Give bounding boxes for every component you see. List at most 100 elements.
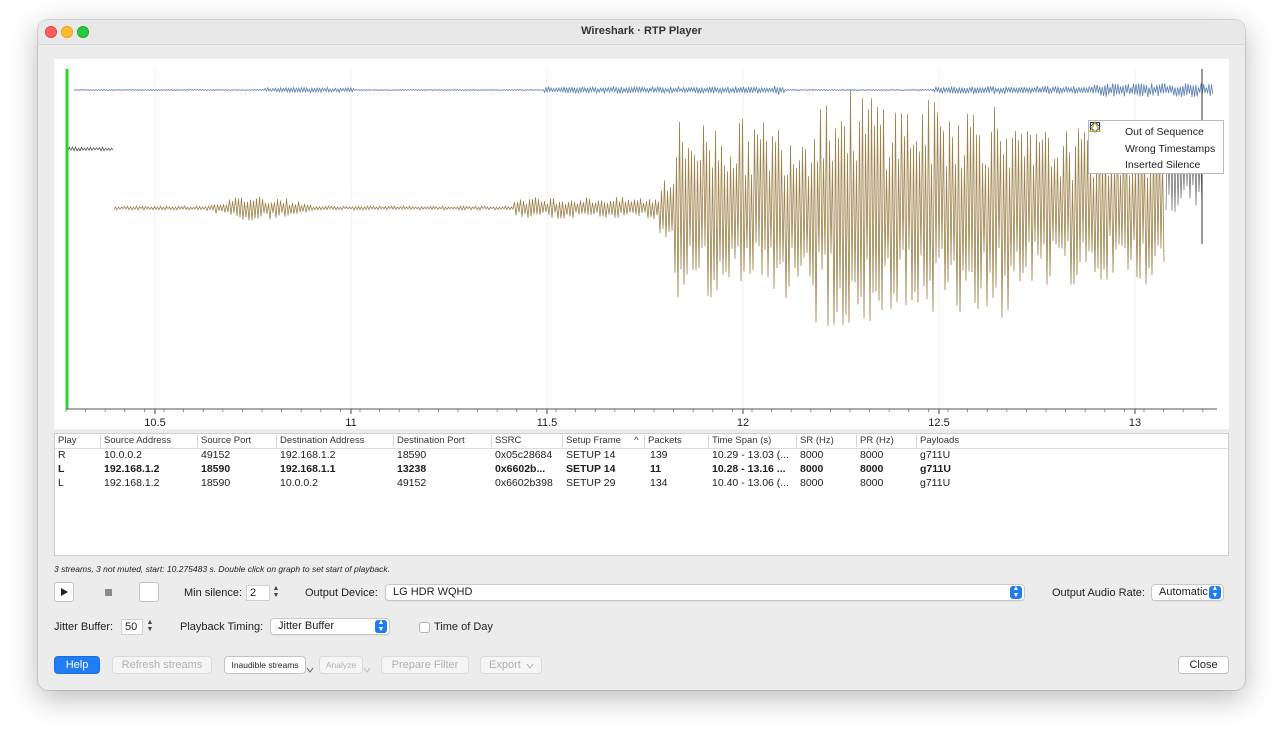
x-axis-tick-label: 11	[345, 417, 356, 429]
table-cell-dst-addr: 10.0.0.2	[280, 477, 318, 489]
column-header[interactable]: Play	[58, 435, 76, 447]
export-button[interactable]: Export	[480, 656, 542, 674]
min-silence-input[interactable]: 2	[246, 585, 270, 601]
chevron-updown-icon: ▲ ▼	[375, 619, 387, 633]
export-label: Export	[489, 659, 521, 671]
waveform-stream-r	[73, 83, 1214, 98]
output-rate-select[interactable]: Automatic ▲ ▼	[1151, 584, 1224, 601]
table-cell-dst-addr: 192.168.1.2	[280, 449, 336, 461]
table-cell-ssrc: 0x6602b...	[495, 463, 546, 475]
legend-item-wrong-timestamps: Wrong Timestamps	[1089, 121, 1223, 158]
streams-table[interactable]: Play Source Address Source Port Destinat…	[54, 433, 1229, 556]
column-header[interactable]: SSRC	[491, 435, 521, 447]
column-header[interactable]: Source Address	[100, 435, 171, 447]
playback-timing-select[interactable]: Jitter Buffer ▲ ▼	[270, 618, 390, 635]
table-cell-src-port: 49152	[201, 449, 231, 461]
table-cell-ssrc: 0x05c28684	[495, 449, 553, 461]
triangle-icon	[1089, 121, 1117, 171]
column-header[interactable]: Destination Address	[276, 435, 365, 447]
square-icon	[1090, 122, 1117, 138]
column-header[interactable]: Time Span (s)	[708, 435, 771, 447]
table-cell-pr: 8000	[860, 449, 884, 461]
column-header[interactable]: Setup Frame	[562, 435, 621, 447]
sort-indicator-icon: ^	[634, 435, 639, 446]
min-silence-label: Min silence:	[184, 587, 243, 599]
waveform-svg[interactable]: 10.5 11 11.5 12 12.5 13	[54, 59, 1229, 429]
inaudible-mute-button[interactable]	[139, 582, 159, 602]
play-button[interactable]	[54, 582, 74, 602]
table-cell-dst-port: 18590	[397, 449, 427, 461]
table-cell-src-addr: 10.0.0.2	[104, 449, 142, 461]
table-cell-setup: SETUP 14	[566, 463, 616, 475]
table-cell-sr: 8000	[800, 463, 824, 475]
column-header[interactable]: PR (Hz)	[856, 435, 894, 447]
chevron-updown-icon: ▲ ▼	[1209, 585, 1221, 599]
analyze-button[interactable]: Analyze	[319, 656, 363, 674]
close-button[interactable]: Close	[1178, 656, 1229, 674]
table-cell-play: L	[58, 477, 64, 489]
table-cell-packets: 134	[650, 477, 668, 489]
table-cell-dst-port: 49152	[397, 477, 427, 489]
table-cell-src-addr: 192.168.1.2	[104, 463, 160, 475]
waveform-graph[interactable]: 10.5 11 11.5 12 12.5 13 Out of Sequence Wrong…	[54, 59, 1229, 429]
table-cell-payload: g711U	[920, 449, 951, 461]
table-cell-src-port: 18590	[201, 477, 231, 489]
output-device-value: LG HDR WQHD	[393, 586, 473, 598]
waveform-stream-l1	[67, 146, 114, 152]
table-cell-pr: 8000	[860, 477, 884, 489]
x-axis-tick-label: 12	[737, 417, 749, 429]
output-device-select[interactable]: LG HDR WQHD ▲ ▼	[385, 584, 1025, 601]
prepare-filter-button[interactable]: Prepare Filter	[381, 656, 469, 674]
table-cell-span: 10.28 - 13.16 ...	[712, 463, 786, 475]
window-title: Wireshark · RTP Player	[581, 25, 702, 37]
column-header[interactable]: Source Port	[197, 435, 251, 447]
playback-timing-label: Playback Timing:	[180, 621, 264, 633]
table-cell-packets: 139	[650, 449, 668, 461]
jitter-buffer-stepper[interactable]: ▲ ▼	[145, 619, 155, 635]
time-of-day-label: Time of Day	[434, 621, 493, 633]
table-cell-setup: SETUP 14	[566, 449, 616, 461]
legend-label: Wrong Timestamps	[1125, 142, 1216, 155]
table-row[interactable]: L 192.168.1.2 18590 10.0.0.2 49152 0x6602b398…	[55, 476, 1228, 490]
table-row[interactable]: R 10.0.0.2 49152 192.168.1.2 18590 0x05c28684…	[55, 448, 1228, 462]
play-icon	[61, 588, 68, 596]
table-cell-payload: g711U	[920, 463, 951, 475]
inaudible-streams-button[interactable]: Inaudible streams	[224, 656, 306, 674]
column-header[interactable]: SR (Hz)	[796, 435, 834, 447]
refresh-streams-button[interactable]: Refresh streams	[112, 656, 212, 674]
title-bar: Wireshark · RTP Player	[38, 20, 1245, 45]
help-button[interactable]: Help	[54, 656, 100, 674]
time-of-day-checkbox[interactable]	[419, 622, 430, 633]
table-cell-setup: SETUP 29	[566, 477, 616, 489]
table-cell-sr: 8000	[800, 477, 824, 489]
table-cell-dst-addr: 192.168.1.1	[280, 463, 336, 475]
column-header[interactable]: Packets	[644, 435, 682, 447]
status-text: 3 streams, 3 not muted, start: 10.275483…	[54, 564, 390, 574]
column-header[interactable]: Destination Port	[393, 435, 465, 447]
table-row[interactable]: L 192.168.1.2 18590 192.168.1.1 13238 0x6602b…	[55, 462, 1228, 476]
table-header: Play Source Address Source Port Destinat…	[55, 434, 1228, 449]
legend-item-inserted-silence: Inserted Silence	[1089, 121, 1223, 174]
x-axis-tick-label: 11.5	[537, 417, 558, 429]
legend-label: Inserted Silence	[1125, 159, 1201, 172]
stop-button[interactable]	[98, 582, 118, 602]
table-cell-packets: 11	[650, 463, 662, 475]
table-cell-span: 10.40 - 13.06 (...	[712, 477, 790, 489]
graph-legend: Out of Sequence Wrong Timestamps Inserte…	[1088, 120, 1224, 174]
waveform-stream-l2	[113, 90, 1165, 326]
table-cell-payload: g711U	[920, 477, 951, 489]
table-cell-dst-port: 13238	[397, 463, 427, 475]
jitter-buffer-label: Jitter Buffer:	[54, 621, 114, 633]
x-axis-tick-label: 13	[1129, 417, 1141, 429]
column-header[interactable]: Payloads	[916, 435, 959, 447]
jitter-buffer-input[interactable]: 50	[121, 619, 143, 635]
chevron-updown-icon: ▲ ▼	[1010, 585, 1022, 599]
legend-item-out-of-sequence: Out of Sequence	[1089, 122, 1223, 141]
output-rate-label: Output Audio Rate:	[1052, 587, 1145, 599]
output-rate-value: Automatic	[1159, 586, 1208, 598]
min-silence-stepper[interactable]: ▲ ▼	[271, 585, 281, 601]
table-cell-play: R	[58, 449, 66, 461]
chevron-down-icon	[306, 667, 314, 673]
chevron-down-icon	[363, 667, 371, 673]
output-device-label: Output Device:	[305, 587, 378, 599]
